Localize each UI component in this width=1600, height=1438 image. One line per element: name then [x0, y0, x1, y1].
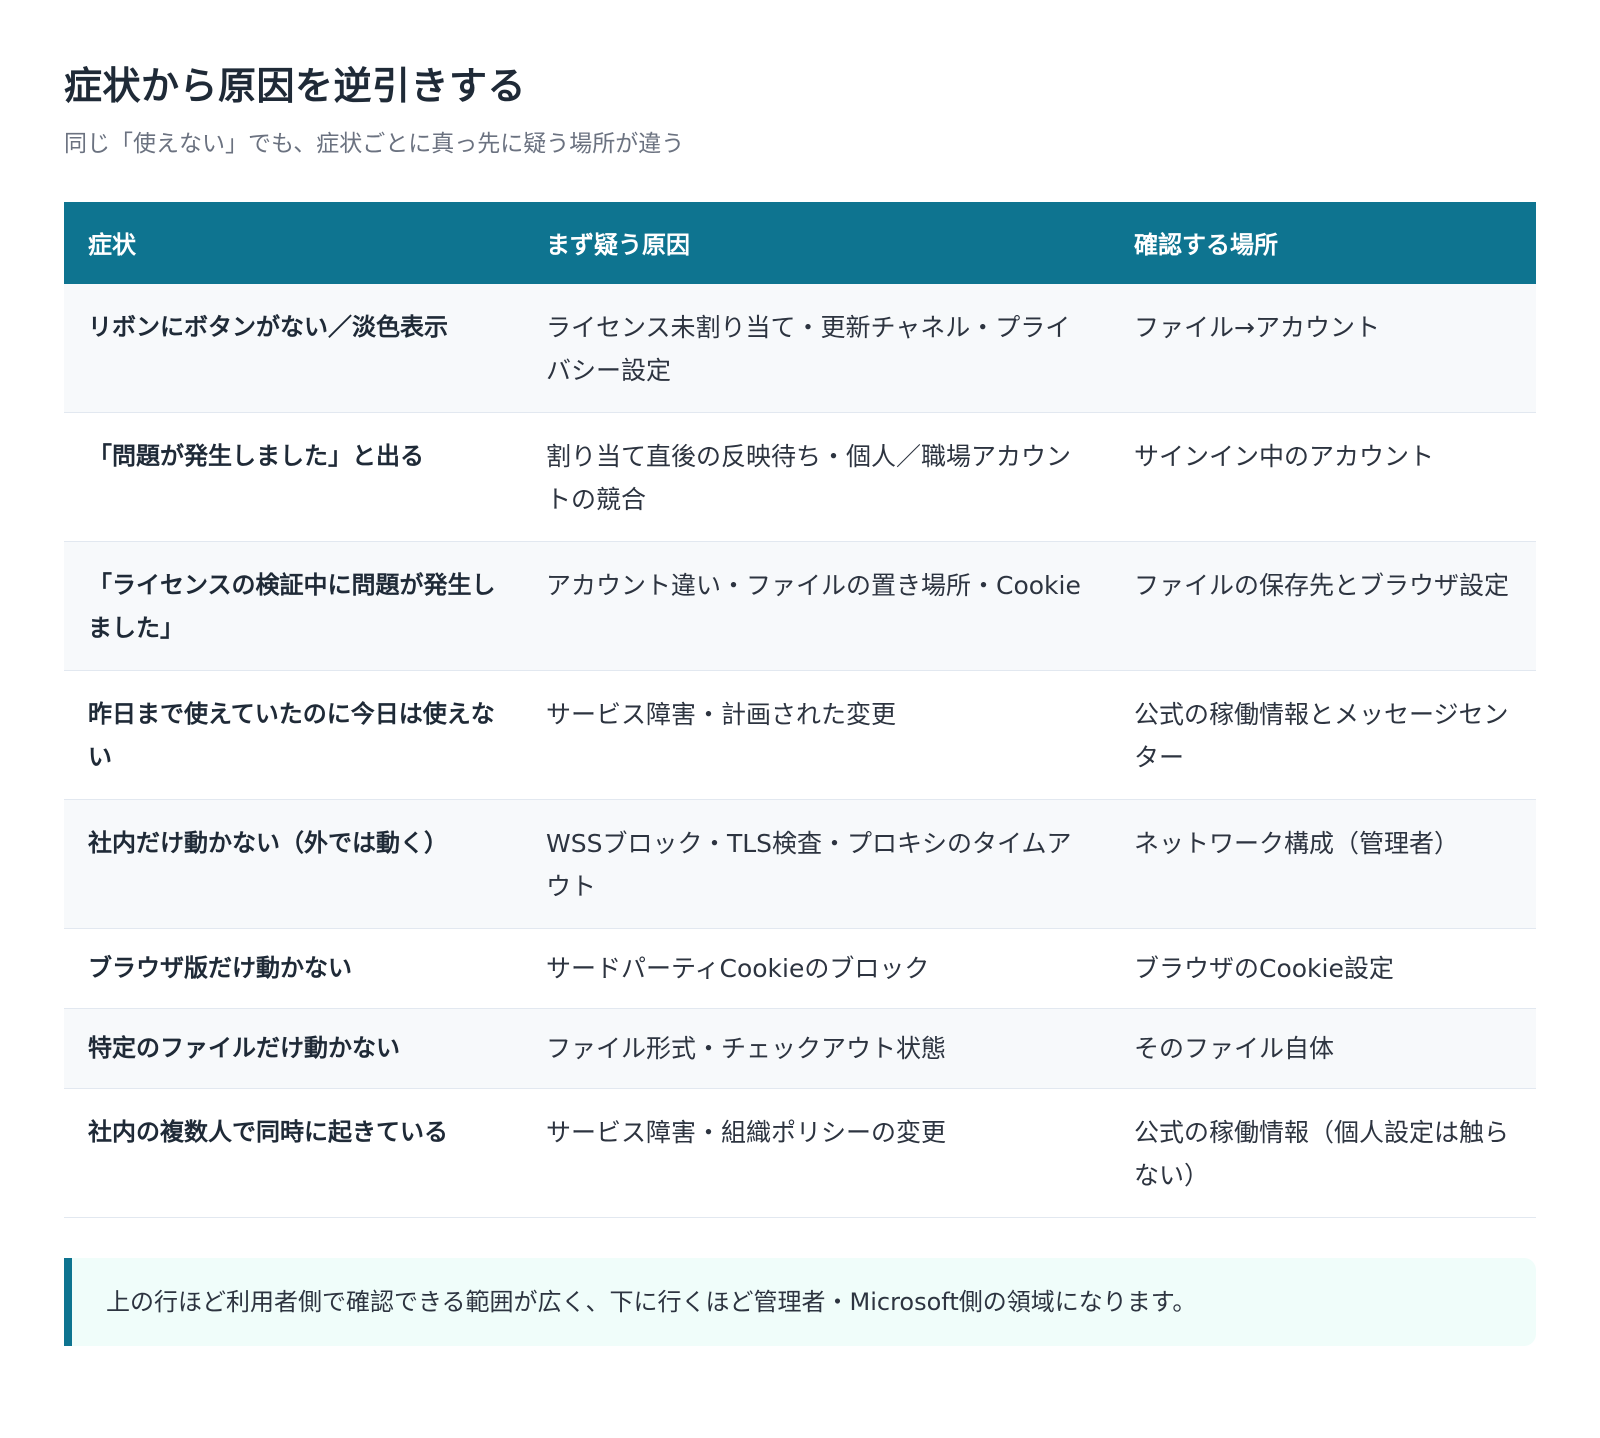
cell-cause: WSSブロック・TLS検査・プロキシのタイムアウト	[522, 799, 1110, 929]
cell-symptom: 「問題が発生しました」と出る	[64, 412, 522, 542]
info-note: 上の行ほど利用者側で確認できる範囲が広く、下に行くほど管理者・Microsoft…	[64, 1257, 1536, 1346]
cell-symptom: 社内だけ動かない（外では動く）	[64, 799, 522, 929]
table-row: 昨日まで使えていたのに今日は使えない サービス障害・計画された変更 公式の稼働情…	[64, 670, 1536, 800]
page-title: 症状から原因を逆引きする	[64, 64, 527, 108]
header-cause: まず疑う原因	[546, 231, 690, 260]
table-row: 社内だけ動かない（外では動く） WSSブロック・TLS検査・プロキシのタイムアウ…	[64, 799, 1536, 929]
cell-cause: サービス障害・計画された変更	[522, 670, 1110, 800]
cell-symptom: リボンにボタンがない／淡色表示	[64, 283, 522, 413]
cell-location: サインイン中のアカウント	[1110, 412, 1536, 542]
table-row: 「問題が発生しました」と出る 割り当て直後の反映待ち・個人／職場アカウントの競合…	[64, 412, 1536, 542]
cell-cause: ファイル形式・チェックアウト状態	[522, 1008, 1110, 1089]
cell-symptom: 「ライセンスの検証中に問題が発生しました」	[64, 541, 522, 671]
table-row: 「ライセンスの検証中に問題が発生しました」 アカウント違い・ファイルの置き場所・…	[64, 541, 1536, 671]
page: 症状から原因を逆引きする 同じ「使えない」でも、症状ごとに真っ先に疑う場所が違う…	[0, 0, 1600, 1346]
header-symptom: 症状	[88, 231, 136, 260]
table-row: 社内の複数人で同時に起きている サービス障害・組織ポリシーの変更 公式の稼働情報…	[64, 1088, 1536, 1218]
table-header-row: 症状 まず疑う原因 確認する場所	[64, 201, 1536, 284]
cell-cause: サードパーティCookieのブロック	[522, 928, 1110, 1009]
cell-cause: 割り当て直後の反映待ち・個人／職場アカウントの競合	[522, 412, 1110, 542]
cell-cause: アカウント違い・ファイルの置き場所・Cookie	[522, 541, 1110, 671]
cell-symptom: 特定のファイルだけ動かない	[64, 1008, 522, 1089]
table-row: ブラウザ版だけ動かない サードパーティCookieのブロック ブラウザのCook…	[64, 928, 1536, 1009]
header-location: 確認する場所	[1134, 231, 1278, 260]
cell-symptom: ブラウザ版だけ動かない	[64, 928, 522, 1009]
page-subtitle: 同じ「使えない」でも、症状ごとに真っ先に疑う場所が違う	[64, 130, 685, 157]
symptom-cause-table: 症状 まず疑う原因 確認する場所 リボンにボタンがない／淡色表示 ライセンス未割…	[64, 201, 1536, 1218]
cell-location: そのファイル自体	[1110, 1008, 1536, 1089]
table-row: 特定のファイルだけ動かない ファイル形式・チェックアウト状態 そのファイル自体	[64, 1008, 1536, 1089]
cell-location: ネットワーク構成（管理者）	[1110, 799, 1536, 929]
cell-symptom: 昨日まで使えていたのに今日は使えない	[64, 670, 522, 800]
cell-location: ファイルの保存先とブラウザ設定	[1110, 541, 1536, 671]
cell-cause: サービス障害・組織ポリシーの変更	[522, 1088, 1110, 1218]
cell-location: ブラウザのCookie設定	[1110, 928, 1536, 1009]
cell-location: ファイル→アカウント	[1110, 283, 1536, 413]
cell-symptom: 社内の複数人で同時に起きている	[64, 1088, 522, 1218]
cell-cause: ライセンス未割り当て・更新チャネル・プライバシー設定	[522, 283, 1110, 413]
table-row: リボンにボタンがない／淡色表示 ライセンス未割り当て・更新チャネル・プライバシー…	[64, 283, 1536, 413]
cell-location: 公式の稼働情報とメッセージセンター	[1110, 670, 1536, 800]
cell-location: 公式の稼働情報（個人設定は触らない）	[1110, 1088, 1536, 1218]
